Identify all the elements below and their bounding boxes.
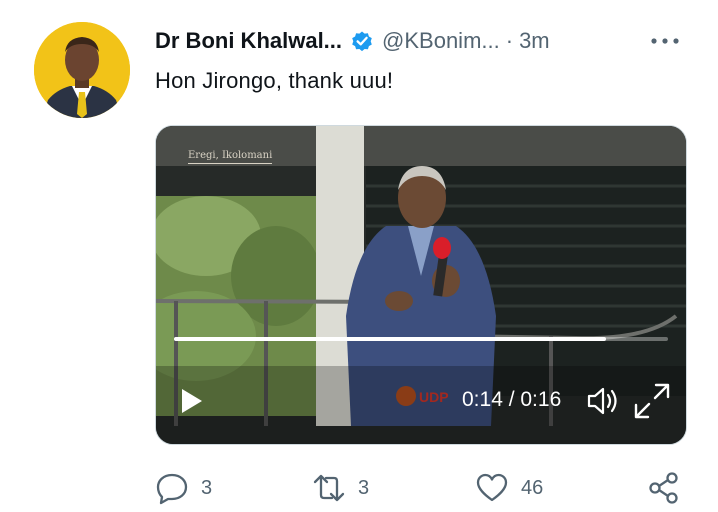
tweet-header: Dr Boni Khalwal... @KBonim... · 3m [155, 26, 698, 56]
retweet-icon [313, 474, 345, 502]
avatar[interactable] [34, 22, 130, 118]
reply-count: 3 [201, 476, 213, 499]
volume-icon[interactable] [586, 385, 622, 417]
like-count: 46 [521, 476, 544, 499]
video-progress-bar[interactable] [174, 337, 668, 341]
retweet-button[interactable]: 3 [312, 470, 369, 506]
author-handle[interactable]: @KBonim... [382, 28, 500, 54]
play-icon[interactable] [174, 384, 208, 418]
retweet-count: 3 [358, 476, 370, 499]
fullscreen-icon[interactable] [632, 381, 672, 421]
like-button[interactable]: 46 [475, 470, 543, 506]
reply-icon [156, 473, 188, 505]
separator-dot: · [505, 28, 514, 53]
share-icon [649, 472, 678, 504]
tweet-actions: 3 3 46 [155, 470, 700, 506]
more-options-icon[interactable] [648, 28, 682, 54]
channel-tag: Eregi, Ikolomani [188, 150, 273, 164]
avatar-portrait [34, 22, 130, 118]
video-time-display: 0:14 / 0:16 [462, 388, 562, 411]
heart-icon [476, 473, 508, 502]
reply-button[interactable]: 3 [155, 470, 212, 506]
verified-badge-icon [352, 31, 372, 52]
author-name[interactable]: Dr Boni Khalwal... [155, 28, 342, 54]
video-player[interactable]: UDP Eregi, Ikolomani 0:14 / 0:16 [155, 125, 687, 445]
tweet-timestamp[interactable]: 3m [519, 28, 550, 54]
video-progress-fill [174, 337, 607, 341]
share-button[interactable] [647, 470, 693, 506]
tweet-text: Hon Jirongo, thank uuu! [155, 68, 394, 93]
